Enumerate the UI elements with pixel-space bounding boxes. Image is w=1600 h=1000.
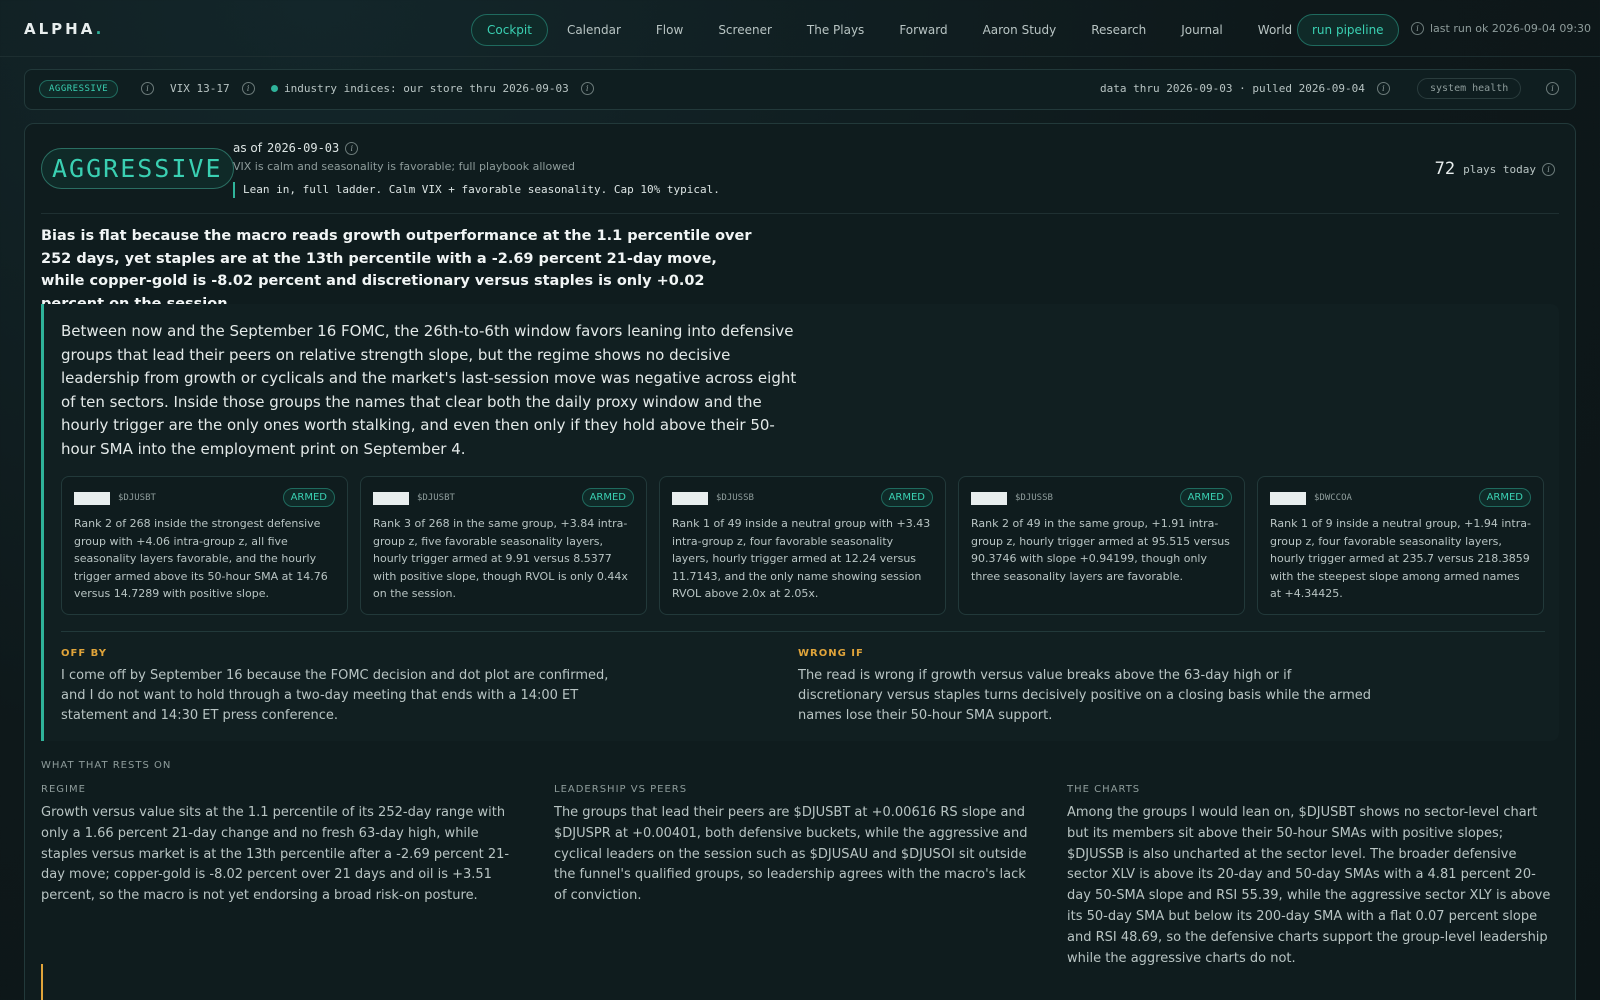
play-group: $DWCCOA	[1314, 493, 1352, 503]
play-text: Rank 2 of 49 in the same group, +1.91 in…	[971, 517, 1230, 583]
nav-screener[interactable]: Screener	[702, 14, 788, 46]
play-card[interactable]: $DJUSBT ARMED Rank 2 of 268 inside the s…	[61, 476, 348, 615]
plays-today: 72 plays today i	[1435, 159, 1561, 179]
data-thru-status: data thru 2026-09-03 · pulled 2026-09-04…	[1100, 82, 1396, 95]
next-section-accent	[41, 964, 43, 1000]
info-icon[interactable]: i	[580, 82, 594, 95]
off-by-text: I come off by September 16 because the F…	[61, 668, 609, 723]
plays-count: 72	[1434, 159, 1456, 179]
info-icon[interactable]: i	[241, 82, 255, 95]
headline: Bias is flat because the macro reads gro…	[41, 228, 752, 312]
armed-badge: ARMED	[1179, 488, 1232, 507]
vix-status: i VIX 13-17 i	[135, 82, 261, 95]
play-card[interactable]: $DWCCOA ARMED Rank 1 of 9 inside a neutr…	[1257, 476, 1544, 615]
nav-the-plays[interactable]: The Plays	[791, 14, 880, 46]
nav-research[interactable]: Research	[1075, 14, 1162, 46]
info-icon[interactable]: i	[1411, 22, 1424, 35]
system-health-button[interactable]: system health	[1417, 78, 1522, 99]
divider	[61, 631, 1545, 632]
cockpit-card: AGGRESSIVE as of 2026-09-03 i VIX is cal…	[24, 123, 1576, 1000]
off-by-label: OFF BY	[61, 648, 107, 659]
play-group: $DJUSSB	[716, 493, 754, 503]
info-icon[interactable]: i	[141, 82, 154, 95]
play-text: Rank 1 of 9 inside a neutral group, +1.9…	[1270, 517, 1531, 600]
regime-note: VIX is calm and seasonality is favorable…	[233, 160, 575, 173]
thesis-text: Between now and the September 16 FOMC, t…	[61, 322, 797, 458]
play-card[interactable]: $DJUSBT ARMED Rank 3 of 268 in the same …	[360, 476, 647, 615]
as-of-date: 2026-09-03	[267, 141, 340, 155]
brand-logo[interactable]: ALPHA.	[24, 20, 104, 38]
as-of: as of 2026-09-03 i	[233, 141, 364, 155]
play-group: $DJUSBT	[417, 493, 455, 503]
status-bar: AGGRESSIVE i VIX 13-17 i industry indice…	[24, 69, 1576, 110]
play-text: Rank 3 of 268 in the same group, +3.84 i…	[373, 517, 628, 600]
column-text: Among the groups I would lean on, $DJUSB…	[1067, 805, 1551, 966]
nav-forward[interactable]: Forward	[883, 14, 963, 46]
armed-badge: ARMED	[282, 488, 335, 507]
run-pipeline-button[interactable]: run pipeline	[1297, 14, 1399, 46]
regime-quote: Lean in, full ladder. Calm VIX + favorab…	[233, 182, 720, 198]
info-icon[interactable]: i	[345, 141, 359, 155]
info-icon[interactable]: i	[1546, 82, 1559, 95]
wrong-if-label: WRONG IF	[798, 648, 864, 659]
as-of-label: as of	[233, 141, 262, 155]
armed-badge: ARMED	[581, 488, 634, 507]
industry-status: industry indices: our store thru 2026-09…	[271, 82, 600, 95]
regime-column: REGIME Growth versus value sits at the 1…	[41, 784, 529, 907]
brand-dot: .	[95, 20, 105, 38]
charts-column: THE CHARTS Among the groups I would lean…	[1067, 784, 1555, 969]
plays-row: $DJUSBT ARMED Rank 2 of 268 inside the s…	[61, 476, 1544, 615]
brand-name: ALPHA	[24, 20, 96, 38]
industry-text: industry indices: our store thru 2026-09…	[284, 82, 569, 95]
nav-calendar[interactable]: Calendar	[551, 14, 637, 46]
column-text: Growth versus value sits at the 1.1 perc…	[41, 805, 510, 904]
play-text: Rank 2 of 268 inside the strongest defen…	[74, 517, 328, 600]
rests-on-label: WHAT THAT RESTS ON	[41, 760, 172, 771]
play-card[interactable]: $DJUSSB ARMED Rank 1 of 49 inside a neut…	[659, 476, 946, 615]
plays-label: plays today	[1463, 162, 1536, 176]
info-icon[interactable]: i	[1376, 82, 1390, 95]
divider	[41, 213, 1559, 214]
nav-flow[interactable]: Flow	[640, 14, 699, 46]
vix-text: VIX 13-17	[170, 82, 230, 95]
armed-badge: ARMED	[880, 488, 933, 507]
column-label: LEADERSHIP VS PEERS	[554, 784, 688, 795]
wrong-if-text: The read is wrong if growth versus value…	[798, 668, 1372, 723]
play-card[interactable]: $DJUSSB ARMED Rank 2 of 49 in the same g…	[958, 476, 1245, 615]
ticker-redacted	[74, 491, 110, 505]
nav-cockpit[interactable]: Cockpit	[471, 14, 548, 46]
ticker-redacted	[971, 491, 1007, 505]
nav-journal[interactable]: Journal	[1165, 14, 1239, 46]
play-group: $DJUSBT	[118, 493, 156, 503]
ticker-redacted	[373, 491, 409, 505]
regime-pill: AGGRESSIVE	[39, 80, 119, 98]
regime-badge: AGGRESSIVE	[41, 148, 234, 189]
ticker-redacted	[672, 491, 708, 505]
play-text: Rank 1 of 49 inside a neutral group with…	[672, 517, 931, 600]
leadership-column: LEADERSHIP VS PEERS The groups that lead…	[554, 784, 1042, 907]
thesis-panel: Between now and the September 16 FOMC, t…	[41, 304, 1559, 741]
last-run-status: i last run ok 2026-09-04 09:30	[1405, 22, 1591, 35]
ticker-redacted	[1270, 491, 1306, 505]
data-thru-text: data thru 2026-09-03 · pulled 2026-09-04	[1100, 82, 1365, 95]
top-nav: ALPHA. Cockpit Calendar Flow Screener Th…	[0, 0, 1600, 57]
nav-aaron-study[interactable]: Aaron Study	[967, 14, 1073, 46]
info-icon[interactable]: i	[1542, 162, 1555, 176]
column-label: REGIME	[41, 784, 86, 795]
play-group: $DJUSSB	[1015, 493, 1053, 503]
status-dot-icon	[271, 85, 278, 92]
last-run-text: last run ok 2026-09-04 09:30	[1430, 22, 1592, 35]
armed-badge: ARMED	[1478, 488, 1531, 507]
column-label: THE CHARTS	[1067, 784, 1141, 795]
nav-links: Cockpit Calendar Flow Screener The Plays…	[471, 14, 1325, 46]
column-text: The groups that lead their peers are $DJ…	[554, 805, 1028, 904]
status-info: i	[1546, 82, 1559, 95]
